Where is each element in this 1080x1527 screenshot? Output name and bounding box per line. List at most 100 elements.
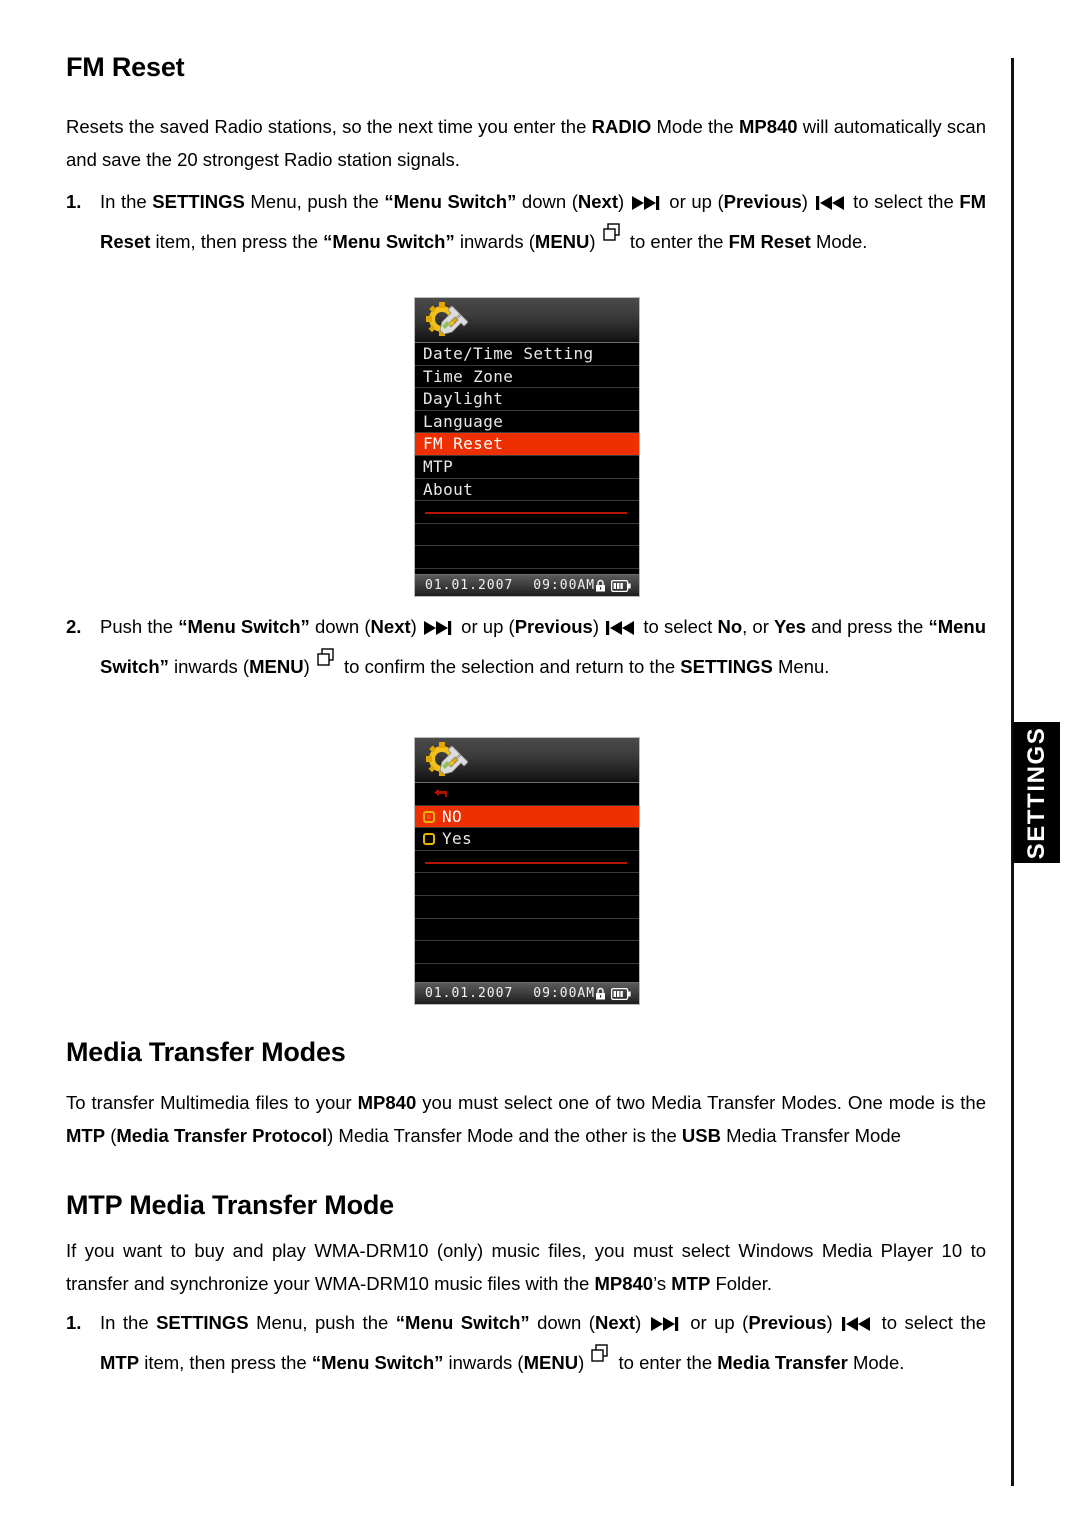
next-track-icon <box>630 195 664 211</box>
menu-item-about[interactable]: About <box>415 479 639 502</box>
intro-text-2: Mode the <box>651 116 739 137</box>
s1-t9: inwards ( <box>454 231 535 252</box>
s1-t8: item, then press the <box>150 231 324 252</box>
m1-t12: Mode. <box>847 1352 905 1373</box>
fm-reset-intro: Resets the saved Radio stations, so the … <box>66 110 986 176</box>
s1-t1: In the <box>100 191 153 212</box>
mtm-protocol: Media Transfer Protocol <box>116 1125 328 1146</box>
m1-t5: or up ( <box>682 1312 749 1333</box>
s2-t8: and press the <box>805 616 929 637</box>
m1-t3: down ( <box>529 1312 595 1333</box>
fm-reset-step-1: 1. In the SETTINGS Menu, push the “Menu S… <box>66 182 986 262</box>
s1-settings: SETTINGS <box>152 191 245 212</box>
device-screenshot-settings-menu: Date/Time Setting Time Zone Daylight Lan… <box>414 297 640 597</box>
heading-mtp-media-transfer-mode: MTP Media Transfer Mode <box>66 1190 394 1220</box>
section-mtp-media-transfer-mode: MTP Media Transfer Mode <box>66 1190 986 1221</box>
m1-t4: ) <box>635 1312 642 1333</box>
s2-t6: to select <box>638 616 718 637</box>
option-no-row[interactable]: NO <box>423 806 639 828</box>
option-empty-row <box>415 941 639 964</box>
s2-t5: ) <box>592 616 600 637</box>
menu-item-daylight[interactable]: Daylight <box>415 388 639 411</box>
intro-text-1: Resets the saved Radio stations, so the … <box>66 116 592 137</box>
s1-t2: Menu, push the <box>244 191 385 212</box>
menu-button-icon <box>601 222 625 244</box>
s2-t1: Push the <box>100 616 179 637</box>
mtp-mode-paragraph: If you want to buy and play WMA-DRM10 (o… <box>66 1234 986 1300</box>
step-1-number: 1. <box>66 191 82 212</box>
previous-track-icon <box>604 620 638 636</box>
s1-next: Next <box>577 191 618 212</box>
mtm-t2: you must select one of two Media Transfe… <box>416 1092 986 1113</box>
menu-item-date-time-setting[interactable]: Date/Time Setting <box>415 343 639 366</box>
menu-empty-row <box>415 524 639 547</box>
radio-unselected-icon[interactable] <box>423 833 435 846</box>
step-2-text: 2. Push the “Menu Switch” down (Next) or … <box>66 607 986 687</box>
menu-item-fm-reset[interactable]: FM Reset <box>415 433 639 456</box>
s1-t3: down ( <box>516 191 578 212</box>
device-status-bar: 01.01.2007 09:00AM <box>415 574 639 596</box>
m1-menu-switch-1: “Menu Switch” <box>395 1312 530 1333</box>
m1-t1: In the <box>100 1312 157 1333</box>
m1-t8: item, then press the <box>139 1352 312 1373</box>
s1-t5: or up ( <box>663 191 724 212</box>
mtp-t3: Folder. <box>710 1273 773 1294</box>
back-row[interactable] <box>415 783 639 806</box>
device-option-list: NO Yes <box>415 783 639 1004</box>
s1-menu: MENU <box>534 231 590 252</box>
s2-t12: Menu. <box>772 656 830 677</box>
side-tab-label: SETTINGS <box>1022 726 1050 859</box>
m1-previous: Previous <box>748 1312 827 1333</box>
option-yes-row[interactable]: Yes <box>423 828 639 850</box>
s1-t12: Mode. <box>810 231 868 252</box>
s1-previous: Previous <box>723 191 802 212</box>
menu-item-time-zone[interactable]: Time Zone <box>415 366 639 389</box>
lock-icon <box>596 987 606 1000</box>
page-title: FM Reset <box>66 52 185 82</box>
s2-next: Next <box>370 616 411 637</box>
option-yes[interactable]: Yes <box>415 828 639 851</box>
radio-selected-icon[interactable] <box>423 810 435 823</box>
option-no-label: NO <box>442 806 463 826</box>
m1-t2: Menu, push the <box>248 1312 396 1333</box>
mtp-mode-body: If you want to buy and play WMA-DRM10 (o… <box>66 1234 986 1300</box>
mtm-mtp: MTP <box>66 1125 106 1146</box>
s2-settings: SETTINGS <box>680 656 773 677</box>
heading-media-transfer-modes: Media Transfer Modes <box>66 1037 346 1067</box>
mp840-keyword: MP840 <box>738 116 798 137</box>
option-empty-row <box>415 873 639 896</box>
s1-mode: FM Reset <box>728 231 811 252</box>
status-date: 01.01.2007 <box>425 985 514 1001</box>
option-empty-row <box>415 919 639 942</box>
s2-t2: down ( <box>309 616 371 637</box>
mtm-t4: ) Media Transfer Mode and the other is t… <box>327 1125 682 1146</box>
back-arrow-icon[interactable] <box>423 784 449 803</box>
mtm-t1: To transfer Multimedia files to your <box>66 1092 358 1113</box>
option-separator-line <box>415 851 639 874</box>
m1-t11: to enter the <box>613 1352 718 1373</box>
s2-t11: to confirm the selection and return to t… <box>338 656 681 677</box>
step-1-text: 1. In the SETTINGS Menu, push the “Menu S… <box>66 182 986 262</box>
mtp-step-1-number: 1. <box>66 1312 82 1333</box>
s2-t10: ) <box>303 656 310 677</box>
m1-menu-switch-2: “Menu Switch” <box>311 1352 444 1373</box>
s2-no: No <box>717 616 743 637</box>
fm-reset-step-2: 2. Push the “Menu Switch” down (Next) or … <box>66 607 986 687</box>
mtp-mtp: MTP <box>671 1273 711 1294</box>
step-2-number: 2. <box>66 616 82 637</box>
device-menu-list: Date/Time Setting Time Zone Daylight Lan… <box>415 343 639 596</box>
mtm-usb: USB <box>681 1125 721 1146</box>
menu-item-mtp[interactable]: MTP <box>415 456 639 479</box>
status-time: 09:00AM <box>533 985 596 1001</box>
option-no[interactable]: NO <box>415 805 639 829</box>
mtp-mp840: MP840 <box>594 1273 654 1294</box>
m1-mode: Media Transfer <box>717 1352 848 1373</box>
s2-t9: inwards ( <box>168 656 250 677</box>
mtm-t3: ( <box>105 1125 117 1146</box>
menu-item-language[interactable]: Language <box>415 411 639 434</box>
menu-button-icon <box>589 1343 613 1365</box>
status-icons <box>595 579 631 592</box>
option-empty-row <box>415 896 639 919</box>
mtm-mp840: MP840 <box>357 1092 417 1113</box>
s2-menu-switch-1: “Menu Switch” <box>178 616 310 637</box>
